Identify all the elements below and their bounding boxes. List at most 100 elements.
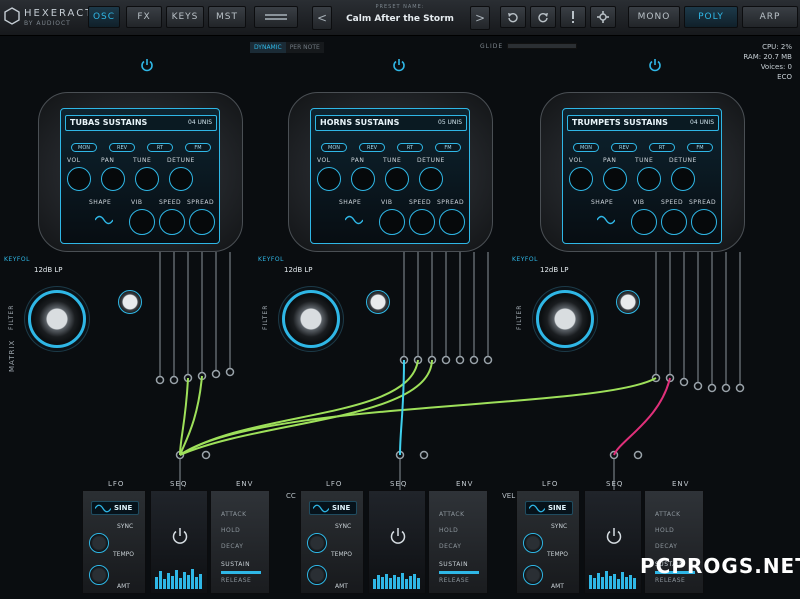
env-sustain[interactable]: SUSTAIN [221, 561, 250, 568]
env-attack[interactable]: ATTACK [221, 511, 247, 518]
sine-wave-icon[interactable] [597, 215, 615, 225]
amt-label: AMT [335, 583, 348, 590]
spread-knob[interactable] [189, 209, 215, 235]
seq-power-icon[interactable] [389, 527, 407, 545]
tempo-knob[interactable] [523, 533, 543, 553]
sample-selector[interactable]: HORNS SUSTAINS 05 UNIS [315, 115, 467, 131]
keyfol-label-1[interactable]: KEYFOL [4, 256, 30, 263]
tag-fm[interactable]: FM [435, 143, 461, 152]
sync-label[interactable]: SYNC [335, 523, 351, 530]
spread-knob[interactable] [691, 209, 717, 235]
keyfol-label-2[interactable]: KEYFOL [258, 256, 284, 263]
tune-knob[interactable] [637, 167, 661, 191]
tag-rt[interactable]: RT [397, 143, 423, 152]
pan-label: PAN [603, 157, 617, 164]
filter-resonance-knob-3[interactable] [616, 290, 640, 314]
tag-rt[interactable]: RT [649, 143, 675, 152]
spread-knob[interactable] [439, 209, 465, 235]
module-3-power-icon[interactable] [648, 58, 662, 72]
seq-power-icon[interactable] [605, 527, 623, 545]
filter-type-3[interactable]: 12dB LP [540, 266, 569, 274]
env-release[interactable]: RELEASE [221, 577, 251, 584]
keyfol-label-3[interactable]: KEYFOL [512, 256, 538, 263]
tag-mon[interactable]: MON [71, 143, 97, 152]
sine-wave-icon[interactable] [345, 215, 363, 225]
env-hold[interactable]: HOLD [655, 527, 674, 534]
sustain-level-bar[interactable] [439, 571, 479, 574]
filter-cutoff-knob-1[interactable] [28, 290, 86, 348]
seq-steps-display[interactable] [155, 565, 205, 589]
speed-knob[interactable] [159, 209, 185, 235]
sync-label[interactable]: SYNC [117, 523, 133, 530]
tag-fm[interactable]: FM [687, 143, 713, 152]
sync-label[interactable]: SYNC [551, 523, 567, 530]
env-attack[interactable]: ATTACK [655, 511, 681, 518]
vib-knob[interactable] [129, 209, 155, 235]
lfo-wave-selector[interactable]: SINE [91, 501, 139, 515]
filter-cutoff-knob-3[interactable] [536, 290, 594, 348]
lfo-wave-selector[interactable]: SINE [309, 501, 357, 515]
vol-knob[interactable] [317, 167, 341, 191]
amt-knob[interactable] [523, 565, 543, 585]
pan-knob[interactable] [101, 167, 125, 191]
filter-resonance-knob-1[interactable] [118, 290, 142, 314]
lfo-wave-selector[interactable]: SINE [525, 501, 573, 515]
filter-type-1[interactable]: 12dB LP [34, 266, 63, 274]
pan-knob[interactable] [351, 167, 375, 191]
filter-resonance-knob-2[interactable] [366, 290, 390, 314]
tag-rev[interactable]: REV [109, 143, 135, 152]
detune-knob[interactable] [169, 167, 193, 191]
detune-knob[interactable] [671, 167, 695, 191]
filter-type-2[interactable]: 12dB LP [284, 266, 313, 274]
speed-knob[interactable] [409, 209, 435, 235]
sustain-level-bar[interactable] [221, 571, 261, 574]
env-sustain[interactable]: SUSTAIN [439, 561, 468, 568]
sine-wave-icon[interactable] [95, 215, 113, 225]
vol-knob[interactable] [569, 167, 593, 191]
module-2-power-icon[interactable] [392, 58, 406, 72]
filter-cutoff-knob-2[interactable] [282, 290, 340, 348]
vol-knob[interactable] [67, 167, 91, 191]
pan-label: PAN [351, 157, 365, 164]
lfo-label-2: LFO [326, 480, 343, 488]
seq-power-icon[interactable] [171, 527, 189, 545]
shape-label: SHAPE [339, 199, 362, 206]
tag-rev[interactable]: REV [359, 143, 385, 152]
env-attack[interactable]: ATTACK [439, 511, 465, 518]
env-decay[interactable]: DECAY [439, 543, 461, 550]
unison-count[interactable]: 04 UNIS [690, 119, 714, 126]
detune-knob[interactable] [419, 167, 443, 191]
env-hold[interactable]: HOLD [221, 527, 240, 534]
sample-selector[interactable]: TRUMPETS SUSTAINS 04 UNIS [567, 115, 719, 131]
module-tags: MON REV RT FM [573, 143, 713, 152]
tune-knob[interactable] [135, 167, 159, 191]
vib-knob[interactable] [631, 209, 657, 235]
pan-knob[interactable] [603, 167, 627, 191]
shape-label: SHAPE [89, 199, 112, 206]
tag-rt[interactable]: RT [147, 143, 173, 152]
vib-knob[interactable] [379, 209, 405, 235]
tag-rev[interactable]: REV [611, 143, 637, 152]
env-hold[interactable]: HOLD [439, 527, 458, 534]
unison-count[interactable]: 04 UNIS [188, 119, 212, 126]
speed-knob[interactable] [661, 209, 687, 235]
amt-knob[interactable] [307, 565, 327, 585]
tag-mon[interactable]: MON [573, 143, 599, 152]
tempo-knob[interactable] [307, 533, 327, 553]
module-1-power-icon[interactable] [140, 58, 154, 72]
tempo-knob[interactable] [89, 533, 109, 553]
tune-knob[interactable] [385, 167, 409, 191]
env-release[interactable]: RELEASE [439, 577, 469, 584]
sample-selector[interactable]: TUBAS SUSTAINS 04 UNIS [65, 115, 217, 131]
unison-count[interactable]: 05 UNIS [438, 119, 462, 126]
tempo-label: TEMPO [113, 551, 134, 558]
tag-fm[interactable]: FM [185, 143, 211, 152]
spread-label: SPREAD [437, 199, 465, 206]
amt-knob[interactable] [89, 565, 109, 585]
amt-label: AMT [117, 583, 130, 590]
tag-mon[interactable]: MON [321, 143, 347, 152]
env-decay[interactable]: DECAY [221, 543, 243, 550]
env-decay[interactable]: DECAY [655, 543, 677, 550]
seq-steps-display[interactable] [373, 565, 423, 589]
env-label-1: ENV [236, 480, 254, 488]
